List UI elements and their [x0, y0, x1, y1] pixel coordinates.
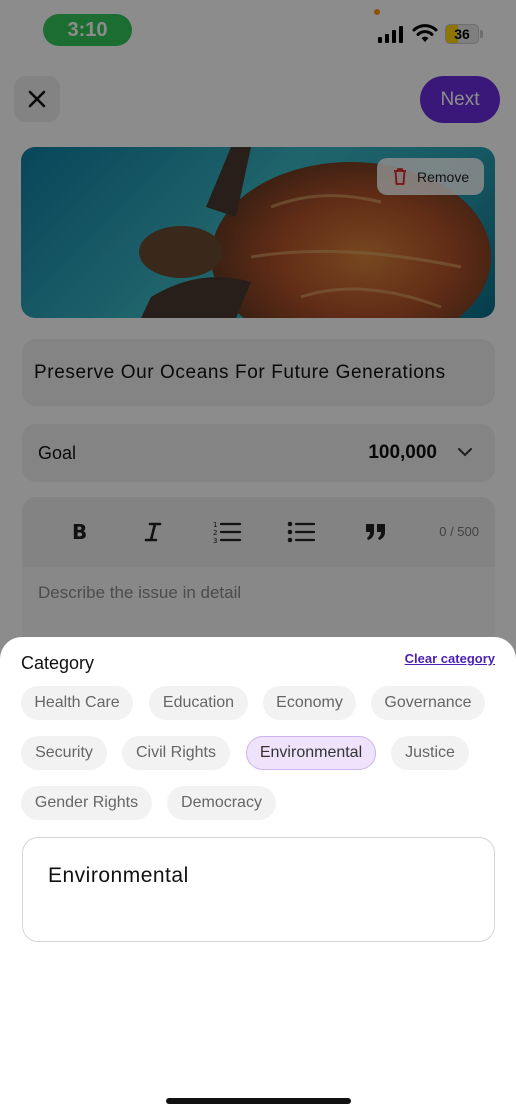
category-input[interactable]: Environmental — [22, 837, 495, 942]
home-indicator — [166, 1098, 351, 1104]
chip-governance[interactable]: Governance — [371, 686, 485, 720]
chip-security[interactable]: Security — [21, 736, 107, 770]
chip-gender-rights[interactable]: Gender Rights — [21, 786, 152, 820]
chip-education[interactable]: Education — [149, 686, 248, 720]
clear-category-link[interactable]: Clear category — [405, 651, 495, 666]
category-title: Category — [21, 653, 95, 673]
chip-economy[interactable]: Economy — [263, 686, 356, 720]
chip-justice[interactable]: Justice — [391, 736, 469, 770]
chip-civil-rights[interactable]: Civil Rights — [122, 736, 230, 770]
category-bottom-sheet: Category Clear category Health Care Educ… — [0, 637, 516, 1117]
chip-health-care[interactable]: Health Care — [21, 686, 133, 720]
chip-environmental[interactable]: Environmental — [246, 736, 376, 770]
category-input-value: Environmental — [48, 864, 189, 887]
chip-democracy[interactable]: Democracy — [167, 786, 276, 820]
